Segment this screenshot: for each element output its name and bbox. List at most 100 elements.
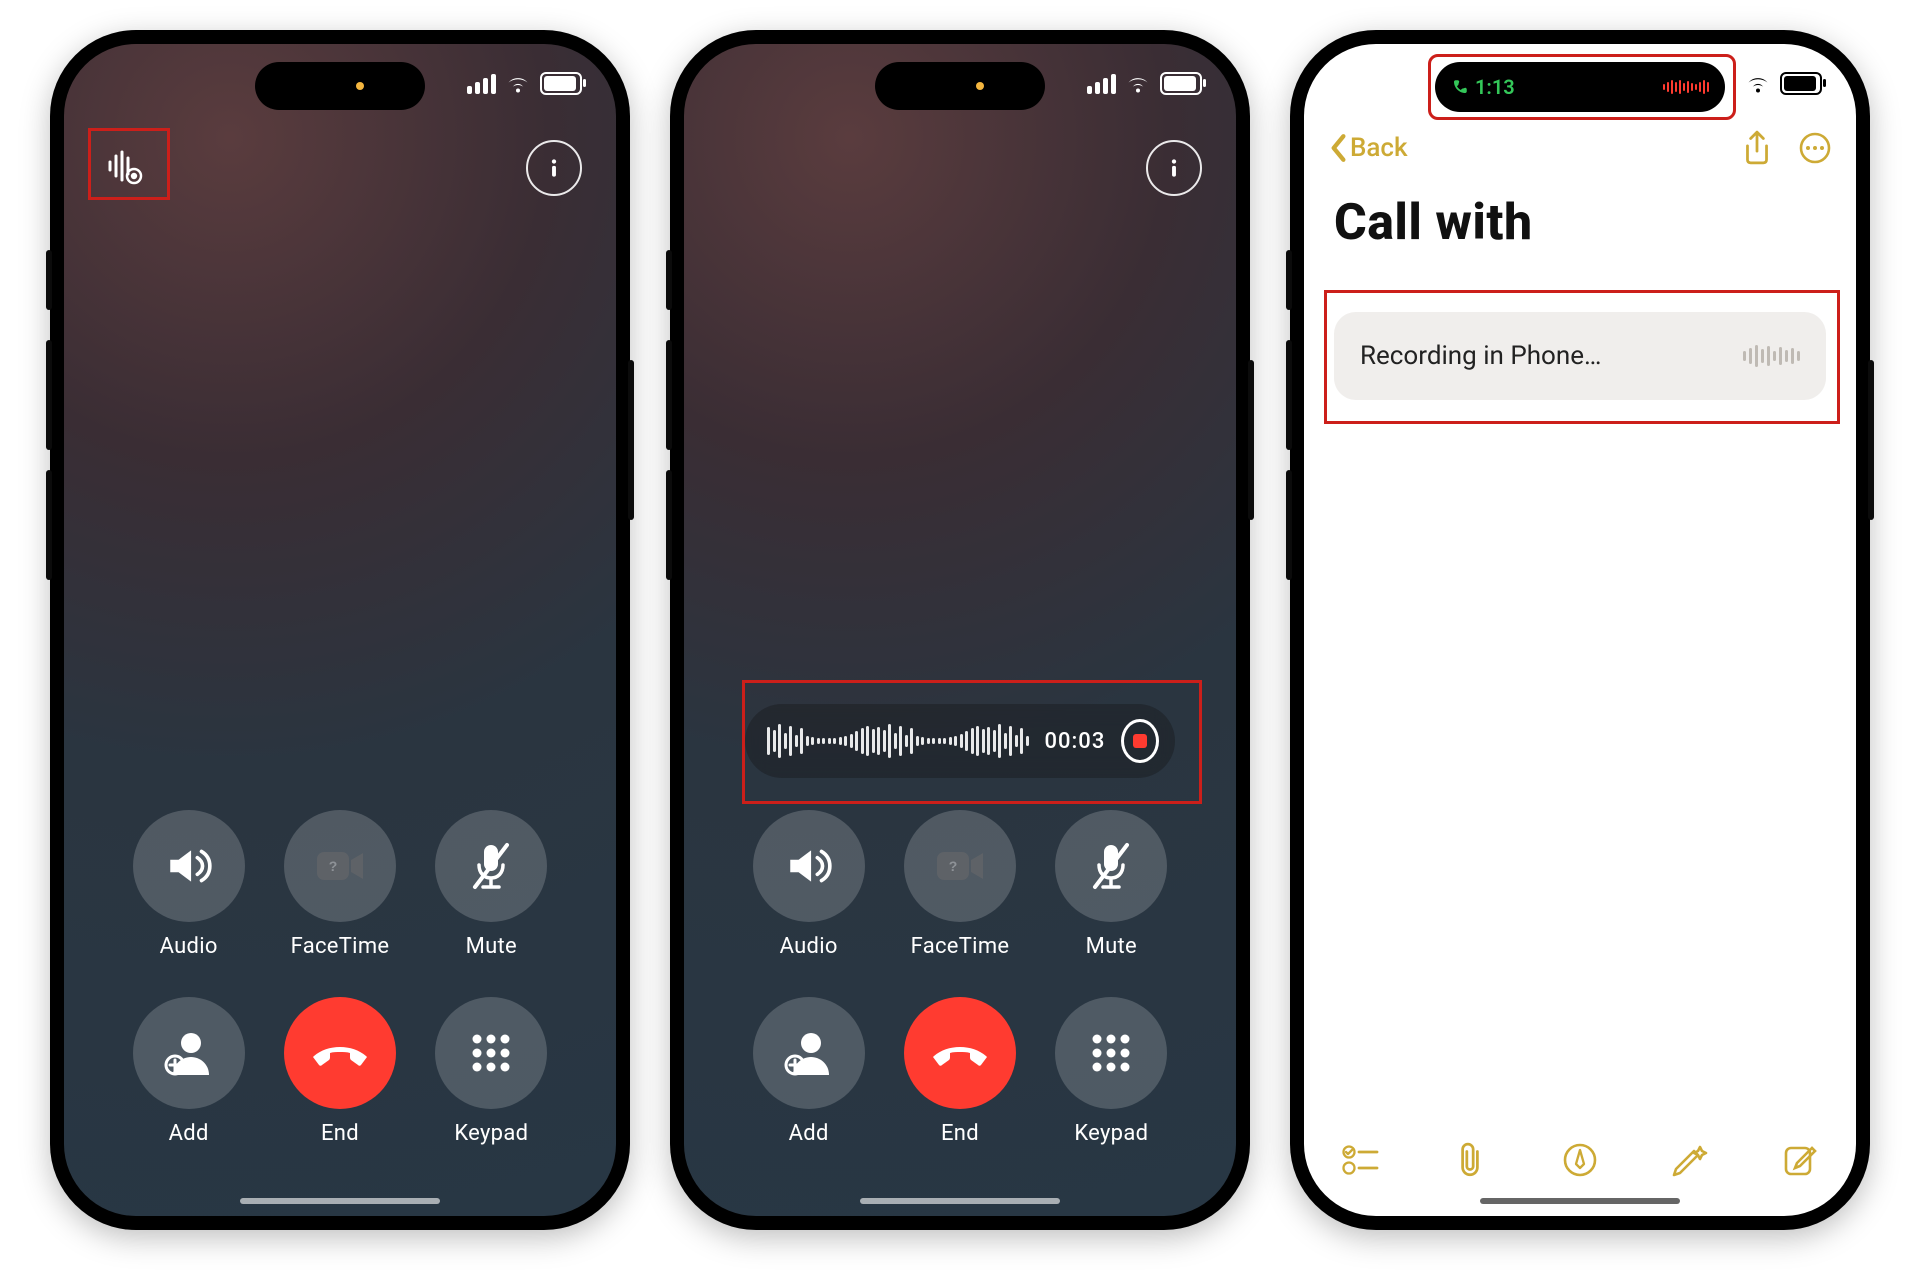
dynamic-island bbox=[875, 62, 1045, 110]
note-title: Call with bbox=[1334, 194, 1826, 252]
notes-toolbar bbox=[1304, 1138, 1856, 1182]
side-volume-up bbox=[46, 340, 52, 450]
home-indicator[interactable] bbox=[1480, 1198, 1680, 1204]
end-call-button[interactable]: End bbox=[269, 997, 410, 1146]
side-power bbox=[1248, 360, 1254, 520]
home-indicator[interactable] bbox=[860, 1198, 1060, 1204]
checklist-icon bbox=[1341, 1143, 1379, 1177]
mute-label: Mute bbox=[1086, 934, 1137, 959]
cellular-signal-icon bbox=[1087, 74, 1116, 94]
side-power bbox=[1868, 360, 1874, 520]
dynamic-island-live-activity[interactable]: 1:13 bbox=[1435, 62, 1725, 112]
stop-recording-button[interactable] bbox=[1121, 719, 1159, 763]
recording-attachment-card[interactable]: Recording in Phone… bbox=[1334, 312, 1826, 400]
keypad-icon bbox=[467, 1029, 515, 1077]
share-button[interactable] bbox=[1742, 130, 1772, 166]
add-label: Add bbox=[789, 1121, 829, 1146]
status-bar-right bbox=[1746, 72, 1822, 95]
side-silent-switch bbox=[666, 250, 672, 310]
dynamic-island bbox=[255, 62, 425, 110]
side-volume-down bbox=[46, 470, 52, 580]
new-note-button[interactable] bbox=[1778, 1138, 1822, 1182]
notes-nav-bar: Back bbox=[1304, 130, 1856, 166]
battery-icon bbox=[540, 72, 582, 95]
status-bar-right bbox=[467, 72, 582, 95]
facetime-label: FaceTime bbox=[911, 934, 1010, 959]
pen-circle-icon bbox=[1562, 1142, 1598, 1178]
battery-icon bbox=[1160, 72, 1202, 95]
waveform-icon bbox=[1743, 345, 1800, 367]
wifi-icon bbox=[1746, 74, 1770, 94]
mute-button[interactable]: Mute bbox=[1041, 810, 1182, 959]
home-indicator[interactable] bbox=[240, 1198, 440, 1204]
side-volume-up bbox=[1286, 340, 1292, 450]
wifi-icon bbox=[506, 74, 530, 94]
ongoing-call-indicator[interactable]: 1:13 bbox=[1451, 75, 1515, 99]
ellipsis-circle-icon bbox=[1798, 131, 1832, 165]
record-call-button[interactable] bbox=[98, 140, 150, 192]
compose-icon bbox=[1782, 1142, 1818, 1178]
add-label: Add bbox=[169, 1121, 209, 1146]
side-volume-down bbox=[666, 470, 672, 580]
keypad-label: Keypad bbox=[454, 1121, 528, 1146]
add-call-button[interactable]: Add bbox=[738, 997, 879, 1146]
call-info-button[interactable] bbox=[526, 140, 582, 196]
svg-text:?: ? bbox=[949, 858, 958, 874]
checklist-button[interactable] bbox=[1338, 1138, 1382, 1182]
audio-label: Audio bbox=[160, 934, 218, 959]
camera-indicator-dot bbox=[976, 82, 984, 90]
speaker-icon bbox=[784, 841, 834, 891]
audio-label: Audio bbox=[780, 934, 838, 959]
chevron-left-icon bbox=[1328, 133, 1348, 163]
recording-card-label: Recording in Phone… bbox=[1360, 341, 1601, 371]
call-duration: 1:13 bbox=[1475, 75, 1515, 99]
call-info-button[interactable] bbox=[1146, 140, 1202, 196]
add-person-icon bbox=[781, 1025, 837, 1081]
ai-writing-button[interactable] bbox=[1668, 1138, 1712, 1182]
keypad-button[interactable]: Keypad bbox=[421, 997, 562, 1146]
call-controls: Audio ? FaceTime Mute Add End bbox=[64, 810, 616, 1146]
mute-button[interactable]: Mute bbox=[421, 810, 562, 959]
speaker-icon bbox=[164, 841, 214, 891]
keypad-button[interactable]: Keypad bbox=[1041, 997, 1182, 1146]
attachment-button[interactable] bbox=[1448, 1138, 1492, 1182]
markup-button[interactable] bbox=[1558, 1138, 1602, 1182]
paperclip-icon bbox=[1453, 1141, 1487, 1179]
add-person-icon bbox=[161, 1025, 217, 1081]
share-icon bbox=[1742, 130, 1772, 166]
camera-indicator-dot bbox=[356, 82, 364, 90]
mute-icon bbox=[469, 841, 513, 891]
side-silent-switch bbox=[46, 250, 52, 310]
phone-2-call-recording: 00:03 Audio ? FaceTime Mute bbox=[670, 30, 1250, 1230]
audio-button[interactable]: Audio bbox=[118, 810, 259, 959]
recording-elapsed: 00:03 bbox=[1045, 729, 1106, 754]
call-controls: Audio ? FaceTime Mute Add End bbox=[684, 810, 1236, 1146]
facetime-icon: ? bbox=[933, 846, 987, 886]
facetime-button[interactable]: ? FaceTime bbox=[889, 810, 1030, 959]
side-power bbox=[628, 360, 634, 520]
end-call-button[interactable]: End bbox=[889, 997, 1030, 1146]
mute-label: Mute bbox=[466, 934, 517, 959]
cellular-signal-icon bbox=[467, 74, 496, 94]
end-label: End bbox=[321, 1121, 359, 1146]
back-button[interactable]: Back bbox=[1328, 133, 1408, 163]
recording-waveform-icon bbox=[1663, 80, 1709, 94]
phone-icon bbox=[1451, 78, 1469, 96]
facetime-button[interactable]: ? FaceTime bbox=[269, 810, 410, 959]
waveform-icon bbox=[767, 724, 1029, 758]
recording-indicator-pill[interactable]: 00:03 bbox=[745, 704, 1175, 778]
phone-3-notes-recording: 1:13 Back Call with bbox=[1290, 30, 1870, 1230]
audio-button[interactable]: Audio bbox=[738, 810, 879, 959]
mute-icon bbox=[1089, 841, 1133, 891]
wifi-icon bbox=[1126, 74, 1150, 94]
facetime-label: FaceTime bbox=[291, 934, 390, 959]
hangup-icon bbox=[310, 1023, 370, 1083]
hangup-icon bbox=[930, 1023, 990, 1083]
status-bar-right bbox=[1087, 72, 1202, 95]
back-label: Back bbox=[1350, 133, 1408, 163]
facetime-icon: ? bbox=[313, 846, 367, 886]
more-button[interactable] bbox=[1798, 131, 1832, 165]
add-call-button[interactable]: Add bbox=[118, 997, 259, 1146]
battery-icon bbox=[1780, 72, 1822, 95]
side-volume-up bbox=[666, 340, 672, 450]
